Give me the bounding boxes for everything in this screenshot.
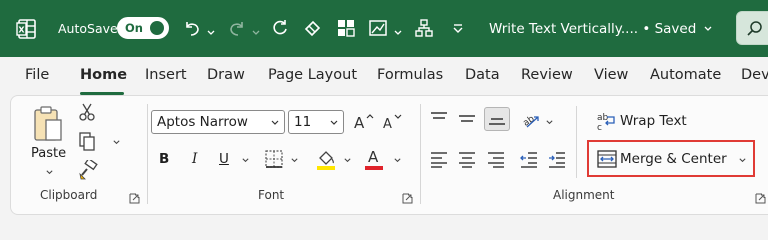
font-name-chevron-down-icon [271,120,279,125]
svg-text:A: A [354,114,365,132]
search-box[interactable] [736,11,768,45]
tab-draw[interactable]: Draw [207,67,245,83]
align-center-icon[interactable] [457,149,477,169]
orientation-icon[interactable]: ab [519,108,541,130]
tab-automate[interactable]: Automate [650,67,721,83]
increase-indent-icon[interactable] [547,149,567,169]
font-color-icon[interactable]: A [363,148,385,170]
undo-icon[interactable] [181,17,203,39]
tab-view[interactable]: View [594,67,628,83]
customize-toolbar-icon[interactable] [447,17,469,39]
font-name-combobox[interactable]: Aptos Narrow [151,110,285,134]
format-cells-icon[interactable] [335,17,357,39]
chart-dropdown-chevron-icon[interactable] [393,23,403,35]
paste-dropdown-chevron-icon[interactable] [44,167,54,177]
svg-text:ab: ab [522,114,537,129]
cut-icon[interactable] [78,102,96,122]
alignment-launcher-icon[interactable] [755,189,766,204]
autosave-label: AutoSave [58,21,118,36]
merge-center-dropdown-chevron-icon[interactable] [737,155,747,165]
tab-page-layout[interactable]: Page Layout [268,67,357,83]
redo-icon[interactable] [226,17,248,39]
chart-picture-icon[interactable] [367,17,389,39]
format-painter-icon[interactable] [78,160,98,180]
increase-font-size-icon[interactable]: A [352,110,376,134]
tab-file[interactable]: File [25,67,49,83]
svg-text:A: A [383,117,392,132]
tab-developer[interactable]: Dev [741,67,768,83]
paste-label[interactable]: Paste [31,146,66,161]
redo-dropdown-chevron-icon[interactable] [251,23,261,35]
tab-review[interactable]: Review [521,67,573,83]
ribbon-tabs: File Home Insert Draw Page Layout Formul… [0,57,768,95]
merge-center-button[interactable]: Merge & Center [620,151,727,167]
title-chevron-down-icon [704,26,712,31]
middle-align-icon[interactable] [457,110,477,128]
font-color-dropdown-chevron-icon[interactable] [392,155,402,165]
ribbon-home: Paste Clipboard Aptos Narrow 11 A A B I … [10,95,768,215]
font-launcher-icon[interactable] [402,189,413,204]
autosave-toggle[interactable]: On [117,17,169,39]
tab-insert[interactable]: Insert [145,67,187,83]
font-size-value: 11 [294,114,312,130]
refresh-icon[interactable] [269,17,291,39]
svg-text:X: X [18,25,25,34]
fill-color-dropdown-chevron-icon[interactable] [342,155,352,165]
excel-logo-icon: X [16,0,44,57]
align-left-icon[interactable] [429,149,449,169]
group-separator [420,104,421,204]
wrap-text-icon[interactable]: ab c [596,110,618,132]
merge-center-icon[interactable] [596,148,618,170]
tab-formulas[interactable]: Formulas [377,67,443,83]
align-right-icon[interactable] [486,149,506,169]
hierarchy-icon[interactable] [413,17,435,39]
toggle-knob [150,21,164,35]
font-size-combobox[interactable]: 11 [288,110,344,134]
decrease-font-size-icon[interactable]: A [380,110,404,134]
copy-dropdown-chevron-icon[interactable] [111,137,121,147]
top-align-icon[interactable] [429,110,449,128]
underline-button[interactable]: U [219,151,229,167]
italic-button[interactable]: I [192,151,197,167]
paste-icon[interactable] [31,104,65,144]
borders-dropdown-chevron-icon[interactable] [289,155,299,165]
eraser-icon[interactable] [302,17,324,39]
clipboard-group-label: Clipboard [40,188,98,202]
fill-color-icon[interactable] [315,148,337,170]
bottom-align-button[interactable] [484,107,510,131]
decrease-indent-icon[interactable] [519,149,539,169]
alignment-group-label: Alignment [553,188,615,202]
font-name-value: Aptos Narrow [157,114,248,130]
tab-data[interactable]: Data [465,67,500,83]
bottom-align-icon [489,118,505,125]
search-icon [747,21,762,36]
tab-home[interactable]: Home [80,67,127,83]
alignment-inner-separator [576,106,577,178]
title-bar: X AutoSave On Write Text Vertically.... … [0,0,768,57]
clipboard-launcher-icon[interactable] [129,189,140,204]
underline-dropdown-chevron-icon[interactable] [240,155,250,165]
borders-icon[interactable] [264,149,284,169]
autosave-toggle-label: On [125,21,143,35]
wrap-text-button[interactable]: Wrap Text [620,113,687,129]
undo-dropdown-chevron-icon[interactable] [206,23,216,35]
group-separator [147,104,148,204]
font-size-chevron-down-icon [330,120,338,125]
bold-button[interactable]: B [159,151,169,167]
copy-icon[interactable] [78,131,96,151]
font-group-label: Font [258,188,285,202]
document-title-text: Write Text Vertically.... • Saved [489,20,697,37]
orientation-dropdown-chevron-icon[interactable] [544,117,554,127]
svg-text:c: c [597,123,602,132]
document-title[interactable]: Write Text Vertically.... • Saved [489,0,713,57]
